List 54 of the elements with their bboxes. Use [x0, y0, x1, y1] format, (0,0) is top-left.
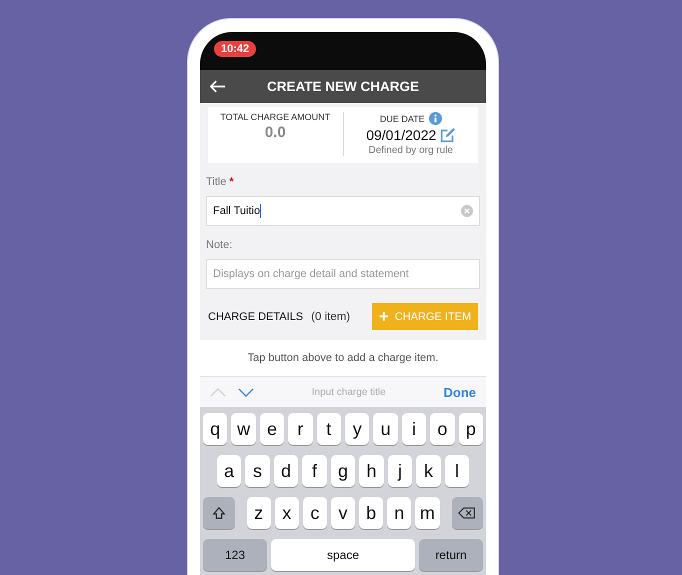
letter-key[interactable]: e	[260, 413, 284, 445]
letter-key[interactable]: p	[458, 413, 484, 445]
total-value: 0.0	[264, 124, 286, 141]
info-icon[interactable]	[428, 112, 442, 125]
screen-title: CREATE NEW CHARGE	[266, 79, 420, 94]
letter-key[interactable]: u	[373, 413, 398, 445]
letter-key[interactable]: h	[359, 455, 384, 487]
letter-key[interactable]: m	[415, 497, 440, 529]
letter-key[interactable]: x	[274, 497, 299, 529]
charge-details-label: CHARGE DETAILS	[208, 310, 304, 322]
letter-key[interactable]: w	[231, 413, 256, 445]
space-key[interactable]: space	[271, 539, 415, 571]
letter-key[interactable]: b	[359, 497, 384, 529]
numbers-key[interactable]: 123	[203, 539, 267, 571]
down-chevron-icon[interactable]	[238, 388, 254, 396]
shift-icon	[212, 506, 226, 520]
note-label: Note:	[206, 239, 232, 251]
letter-key[interactable]: s	[245, 455, 270, 487]
letter-key[interactable]: y	[345, 413, 370, 445]
back-arrow-icon[interactable]	[210, 80, 226, 93]
letter-key[interactable]: v	[330, 497, 356, 529]
edit-icon[interactable]	[440, 128, 456, 142]
letter-key[interactable]: k	[416, 455, 441, 487]
done-button[interactable]: Done	[444, 384, 476, 400]
due-date-value: 09/01/2022	[366, 127, 436, 143]
empty-hint: Tap button above to add a charge item.	[248, 352, 438, 364]
letter-key[interactable]: l	[444, 455, 470, 487]
status-time: 10:42	[214, 41, 256, 57]
letter-key[interactable]: i	[402, 413, 426, 445]
note-input[interactable]: Displays on charge detail and statement	[206, 259, 480, 289]
required-mark: *	[229, 176, 234, 188]
due-date-note: Defined by org rule	[368, 145, 453, 156]
letter-key[interactable]: q	[202, 413, 228, 445]
letter-key[interactable]: o	[430, 413, 455, 445]
shift-key[interactable]	[202, 497, 235, 529]
letter-key[interactable]: j	[388, 455, 412, 487]
return-key[interactable]: return	[419, 539, 483, 571]
letter-key[interactable]: c	[302, 497, 327, 529]
letter-key[interactable]: z	[246, 497, 271, 529]
title-label: Title	[206, 176, 226, 188]
toolbar-text-field[interactable]: Input charge title	[266, 386, 432, 398]
letter-key[interactable]: f	[302, 455, 327, 487]
backspace-icon	[458, 506, 476, 520]
total-label: TOTAL CHARGE AMOUNT	[220, 112, 330, 122]
letter-key[interactable]: g	[330, 455, 356, 487]
item-count: (0 item)	[311, 310, 350, 322]
title-input[interactable]: Fall Tuitio	[206, 196, 480, 226]
backspace-key[interactable]	[452, 497, 484, 529]
letter-key[interactable]: d	[274, 455, 298, 487]
letter-key[interactable]: t	[316, 413, 341, 445]
letter-key[interactable]: a	[216, 455, 242, 487]
letter-key[interactable]: n	[387, 497, 412, 529]
due-date-label: DUE DATE	[380, 114, 425, 124]
letter-key[interactable]: r	[288, 413, 313, 445]
